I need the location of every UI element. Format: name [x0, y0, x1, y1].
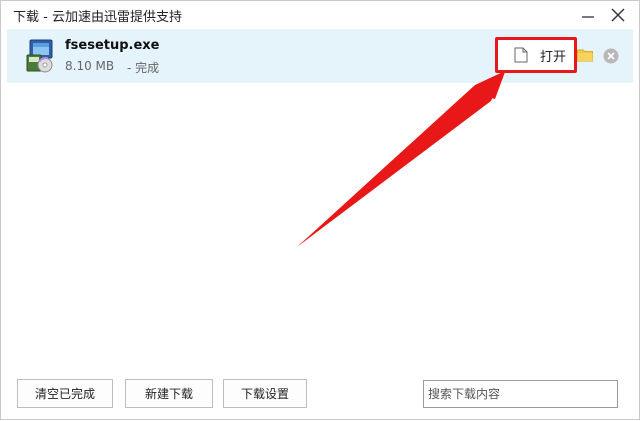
- document-icon: [514, 47, 528, 63]
- download-settings-button[interactable]: 下载设置: [223, 379, 307, 408]
- installer-icon: [26, 39, 53, 73]
- download-status: - 完成: [127, 61, 160, 75]
- clear-completed-button[interactable]: 清空已完成: [17, 379, 113, 408]
- minimize-icon: [582, 16, 594, 18]
- download-window: 下载 - 云加速由迅雷提供支持 fsesetup.exe 8.10 MB - 完…: [0, 0, 640, 420]
- title-bar: 下载 - 云加速由迅雷提供支持: [1, 1, 639, 29]
- remove-item-icon[interactable]: [603, 48, 619, 64]
- close-icon: [611, 8, 625, 22]
- file-name: fsesetup.exe: [65, 38, 160, 53]
- file-size: 8.10 MB: [65, 59, 115, 73]
- open-file-button[interactable]: 打开: [495, 37, 577, 73]
- open-button-label: 打开: [540, 49, 567, 65]
- close-button[interactable]: [605, 3, 631, 27]
- footer-bar: 清空已完成 新建下载 下载设置: [1, 369, 639, 419]
- new-download-button[interactable]: 新建下载: [125, 379, 213, 408]
- download-item[interactable]: fsesetup.exe 8.10 MB - 完成 打开: [7, 29, 633, 83]
- search-input[interactable]: [423, 380, 618, 408]
- download-list: fsesetup.exe 8.10 MB - 完成 打开: [7, 29, 633, 367]
- window-title: 下载 - 云加速由迅雷提供支持: [13, 10, 182, 25]
- minimize-button[interactable]: [575, 3, 601, 27]
- folder-icon[interactable]: [577, 48, 593, 62]
